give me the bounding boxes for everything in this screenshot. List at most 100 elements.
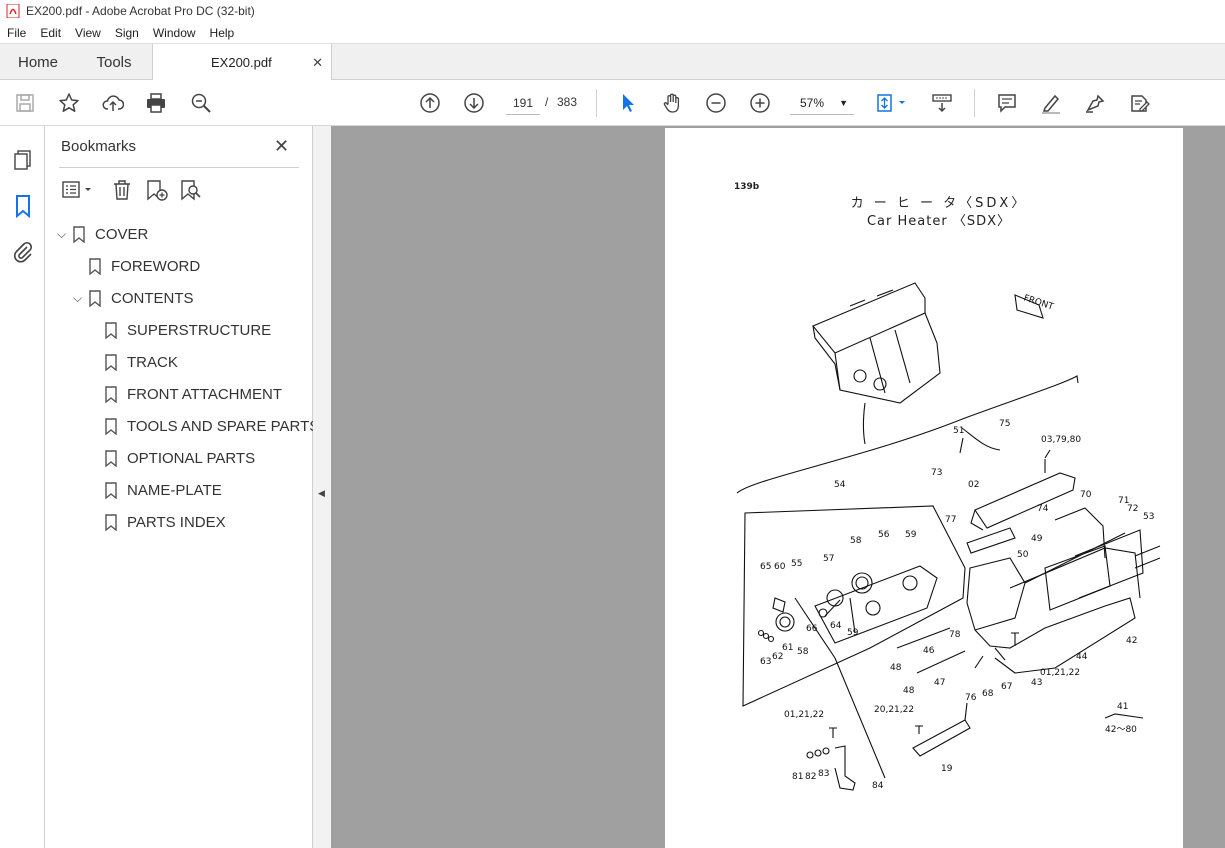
page-number-input[interactable] [506,91,540,115]
menu-file[interactable]: File [0,26,33,40]
save-icon[interactable] [13,91,37,115]
zoom-in-icon[interactable] [748,91,772,115]
bookmark-icon [73,225,85,243]
bookmark-icon [105,321,117,339]
page-separator: / [545,95,549,109]
chevron-down-icon[interactable]: ⌵ [57,227,73,242]
previous-page-icon[interactable] [418,91,442,115]
callout-label: 58 [850,536,862,546]
bookmark-item-optional-parts[interactable]: OPTIONAL PARTS [105,446,255,470]
callout-label: 56 [878,530,890,540]
bookmark-label: PARTS INDEX [127,513,226,531]
fit-page-icon[interactable] [875,91,911,115]
bookmark-label: TRACK [127,353,178,371]
callout-label: 47 [934,678,946,688]
hand-tool-icon[interactable] [660,91,684,115]
select-cursor-icon[interactable] [616,91,640,115]
bookmark-label: SUPERSTRUCTURE [127,321,272,339]
menu-window[interactable]: Window [146,26,203,40]
menu-view[interactable]: View [68,26,108,40]
edit-pdf-icon[interactable] [1127,91,1151,115]
callout-label: 83 [818,769,830,779]
collapse-arrow-icon[interactable]: ◀ [318,488,325,499]
tab-document-label: EX200.pdf [211,55,272,70]
callout-label: 73 [931,468,943,478]
callout-label: 68 [982,689,994,699]
zoom-out-icon[interactable] [704,91,728,115]
highlight-pen-icon[interactable] [1039,91,1063,115]
chevron-down-icon[interactable]: ⌵ [73,291,89,306]
callout-label: 74 [1037,504,1049,514]
bookmark-label: OPTIONAL PARTS [127,449,256,467]
bookmark-item-superstructure[interactable]: SUPERSTRUCTURE [105,318,271,342]
callout-label: 03,79,80 [1041,435,1082,445]
tab-bar: Home Tools EX200.pdf ✕ [0,44,1225,81]
bookmark-item-contents[interactable]: ⌵ CONTENTS [73,286,194,310]
callout-label: 44 [1076,652,1088,662]
scroll-mode-icon[interactable] [930,91,954,115]
exploded-parts-diagram [736,282,1161,791]
bookmark-icon [105,481,117,499]
vertical-scrollbar[interactable] [1214,126,1225,848]
callout-label: 62 [772,652,784,662]
callout-label: 19 [941,764,953,774]
close-icon[interactable]: ✕ [274,136,289,157]
bookmark-label: FOREWORD [111,257,201,275]
bookmark-panel-icon[interactable] [11,194,35,219]
zoom-value: 57% [800,95,825,110]
trash-icon[interactable] [111,178,133,202]
menu-help[interactable]: Help [203,26,242,40]
callout-label: 77 [945,515,957,525]
next-page-icon[interactable] [462,91,486,115]
callout-label: 01,21,22 [784,710,825,720]
acrobat-icon [6,4,20,18]
page-thumbnails-icon[interactable] [11,148,35,172]
new-bookmark-icon[interactable] [145,178,168,202]
bookmark-label: COVER [95,225,149,243]
callout-label: 81 [792,772,804,782]
callout-label: 58 [797,647,809,657]
callout-label: 50 [1017,550,1029,560]
callout-label: 46 [923,646,935,656]
draw-sign-icon[interactable] [1083,91,1107,115]
tab-home[interactable]: Home [0,44,76,80]
panel-title: Bookmarks [61,138,137,155]
bookmark-item-name-plate[interactable]: NAME-PLATE [105,478,222,502]
callout-label: 01,21,22 [1040,668,1081,678]
bookmark-toolbar [59,178,299,204]
bookmark-item-front-attachment[interactable]: FRONT ATTACHMENT [105,382,282,406]
callout-label: 42 [1126,636,1138,646]
options-menu-icon[interactable] [61,178,95,202]
menu-edit[interactable]: Edit [33,26,68,40]
bookmark-item-foreword[interactable]: FOREWORD [89,254,200,278]
callout-label: 84 [872,781,884,791]
upload-cloud-icon[interactable] [101,91,125,115]
panel-splitter[interactable]: ◀ [313,126,331,848]
tab-tools[interactable]: Tools [76,44,152,80]
bookmark-label: NAME-PLATE [127,481,222,499]
callout-label: 41 [1117,702,1129,712]
bookmark-icon [105,353,117,371]
bookmark-search-icon[interactable] [179,178,201,202]
find-zoom-icon[interactable] [189,91,213,115]
bookmark-item-track[interactable]: TRACK [105,350,178,374]
comment-icon[interactable] [995,91,1019,115]
print-icon[interactable] [144,91,168,115]
star-icon[interactable] [57,91,81,115]
bookmark-icon [89,257,101,275]
callout-label: 51 [953,426,965,436]
callout-label: 60 [774,562,786,572]
chevron-down-icon: ▼ [839,97,848,108]
bookmark-item-tools-spare-parts[interactable]: TOOLS AND SPARE PARTS [105,414,319,438]
tab-close-icon[interactable]: ✕ [312,55,323,71]
tab-document[interactable]: EX200.pdf ✕ [152,44,332,81]
attachment-paperclip-icon[interactable] [11,240,35,264]
bookmark-label: TOOLS AND SPARE PARTS [127,417,320,435]
zoom-select[interactable]: 57% ▼ [790,91,854,115]
callout-label: 48 [890,663,902,673]
bookmark-item-parts-index[interactable]: PARTS INDEX [105,510,226,534]
callout-label: 59 [847,628,859,638]
toolbar-divider [596,89,597,117]
bookmark-item-cover[interactable]: ⌵ COVER [57,222,148,246]
menu-sign[interactable]: Sign [108,26,146,40]
